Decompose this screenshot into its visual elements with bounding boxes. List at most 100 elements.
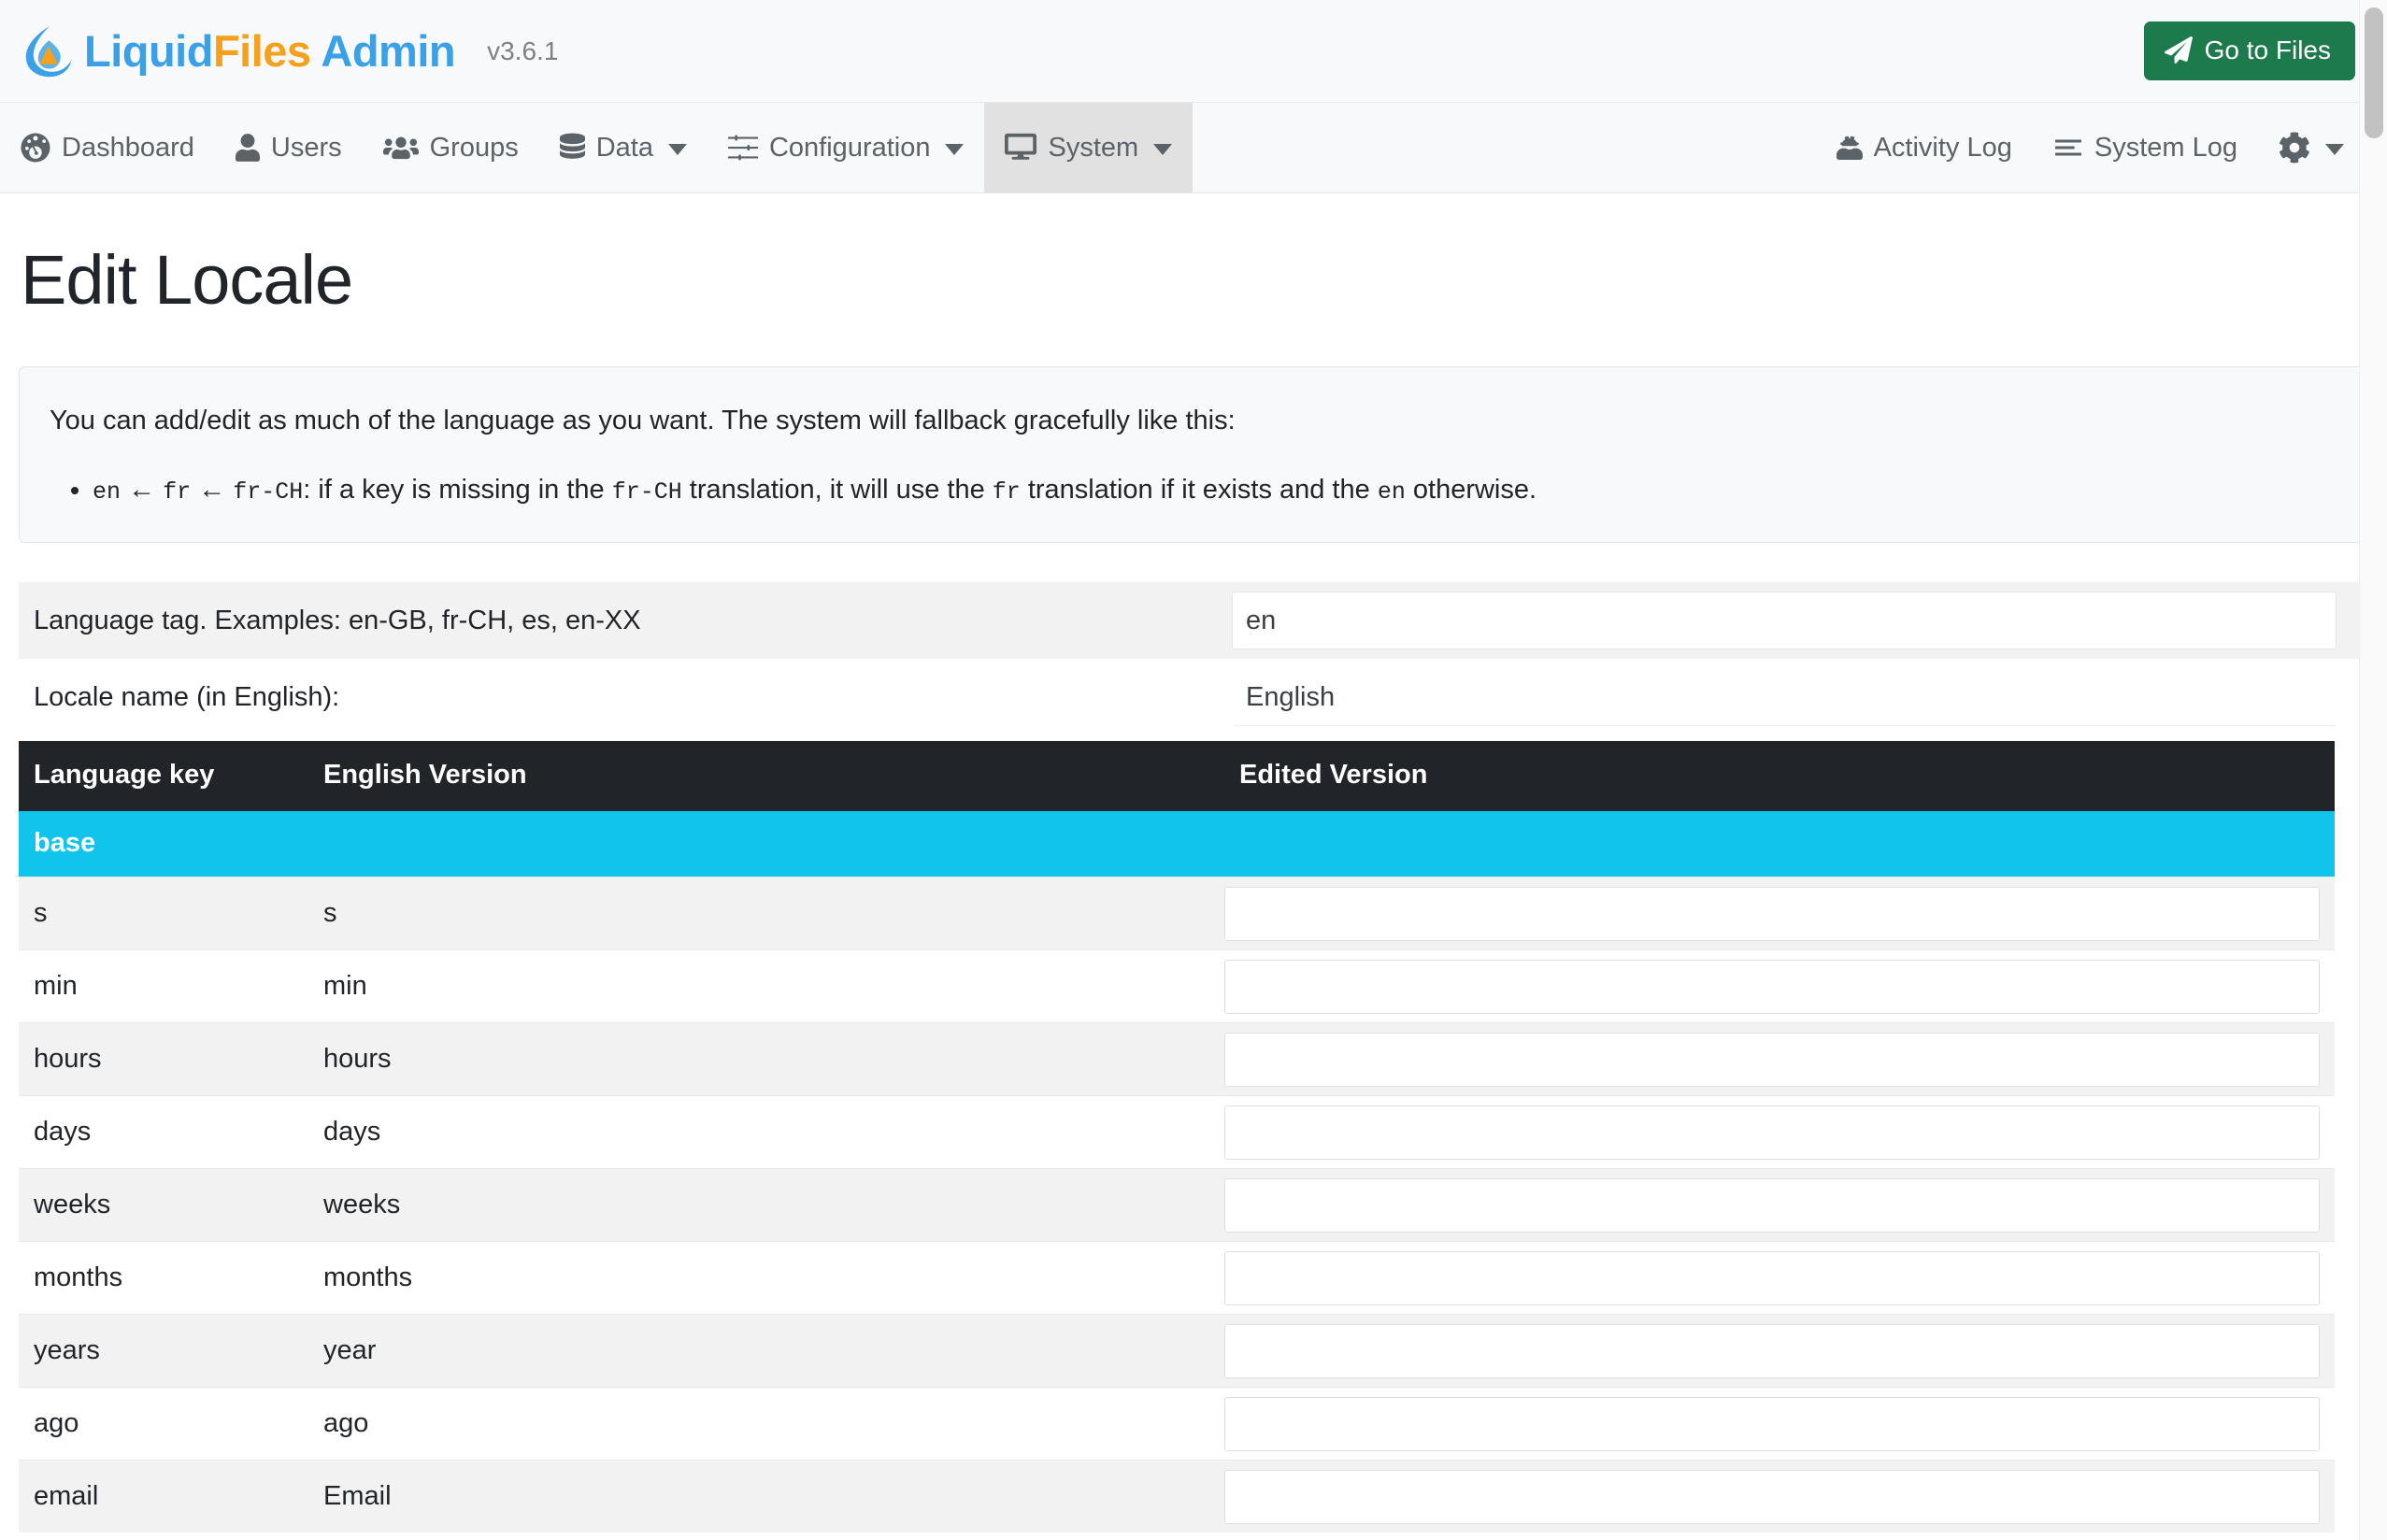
cell-english-version: min (308, 950, 1224, 1023)
edited-version-input[interactable] (1224, 960, 2320, 1014)
nav-label-users: Users (271, 133, 342, 164)
cell-language-key: years (19, 1315, 308, 1388)
nav-item-groups[interactable]: Groups (363, 103, 539, 192)
locale-name-input[interactable] (1232, 668, 2337, 726)
cell-english-version: months (308, 1242, 1224, 1315)
chevron-down-icon (2325, 144, 2344, 155)
liquidfiles-droplet-logo-icon (21, 22, 79, 80)
chevron-down-icon (668, 144, 687, 155)
page-title: Edit Locale (21, 242, 2368, 318)
page-content: Edit Locale You can add/edit as much of … (0, 242, 2387, 1533)
nav-item-configuration[interactable]: Configuration (708, 103, 985, 192)
nav-left-group: Dashboard Users Groups (0, 103, 1193, 192)
nav-label-system: System (1048, 133, 1138, 164)
edited-version-input[interactable] (1224, 1033, 2320, 1087)
page-scrollbar-thumb[interactable] (2365, 7, 2383, 138)
main-navigation: Dashboard Users Groups (0, 103, 2387, 193)
info-text-3: translation if it exists and the (1021, 475, 1378, 505)
nav-label-data: Data (596, 133, 653, 164)
locale-name-row: Locale name (in English): (19, 659, 2368, 735)
edited-version-input[interactable] (1224, 1397, 2320, 1451)
nav-label-dashboard: Dashboard (62, 133, 194, 164)
info-paragraph: You can add/edit as much of the language… (50, 401, 2337, 442)
cell-language-key: hours (19, 1023, 308, 1096)
info-bullet-list: en ← fr ← fr-CH: if a key is missing in … (50, 470, 2337, 511)
cell-english-version: s (308, 877, 1224, 950)
arrow-left-icon-1: ← (128, 475, 155, 505)
brand-title-liquid: Liquid (84, 26, 213, 76)
edited-version-input[interactable] (1224, 1251, 2320, 1305)
brand-bar: LiquidFiles Admin v3.6.1 Go to Files (0, 0, 2387, 103)
cell-edited-version (1224, 1242, 2335, 1315)
info-text-1: : if a key is missing in the (303, 475, 611, 505)
brand-title-files: Files (213, 26, 311, 76)
cell-edited-version (1224, 1315, 2335, 1388)
table-row: daysdays (19, 1096, 2335, 1169)
nav-item-system-log[interactable]: System Log (2033, 133, 2258, 164)
cell-language-key: weeks (19, 1169, 308, 1242)
cell-edited-version (1224, 1023, 2335, 1096)
cell-english-version: weeks (308, 1169, 1224, 1242)
header-edited-version: Edited Version (1224, 741, 2335, 811)
sliders-icon (728, 133, 758, 163)
table-row: monthsmonths (19, 1242, 2335, 1315)
cell-language-key: months (19, 1242, 308, 1315)
edited-version-input[interactable] (1224, 887, 2320, 941)
table-row: emailEmail (19, 1461, 2335, 1533)
database-icon (560, 133, 585, 163)
table-row: minmin (19, 950, 2335, 1023)
table-row: hourshours (19, 1023, 2335, 1096)
edited-version-input[interactable] (1224, 1178, 2320, 1233)
cell-language-key: email (19, 1461, 308, 1533)
cell-edited-version (1224, 1388, 2335, 1461)
info-text-2: translation, it will use the (682, 475, 993, 505)
edited-version-input[interactable] (1224, 1470, 2320, 1524)
go-to-files-label: Go to Files (2205, 36, 2331, 65)
cell-edited-version (1224, 1096, 2335, 1169)
language-tag-label: Language tag. Examples: en-GB, fr-CH, es… (19, 582, 1232, 659)
cell-edited-version (1224, 877, 2335, 950)
locale-name-field-cell (1232, 659, 2368, 735)
code-en-second: en (1378, 478, 1406, 506)
nav-item-data[interactable]: Data (539, 103, 708, 192)
header-language-key: Language key (19, 741, 308, 811)
page-scrollbar[interactable] (2359, 0, 2387, 1540)
brand-bar-actions: Go to Files (2144, 21, 2355, 80)
locale-table-header: Language key English Version Edited Vers… (19, 741, 2335, 811)
table-row: yearsyear (19, 1315, 2335, 1388)
locale-strings-table: Language key English Version Edited Vers… (19, 741, 2335, 1533)
app-version: v3.6.1 (487, 38, 558, 64)
edited-version-input[interactable] (1224, 1324, 2320, 1378)
go-to-files-button[interactable]: Go to Files (2144, 21, 2355, 80)
locale-table-body: base ssminminhourshoursdaysdaysweeksweek… (19, 811, 2335, 1533)
language-tag-field-cell (1232, 582, 2368, 659)
align-left-bars-icon (2053, 133, 2083, 163)
locale-table-header-row: Language key English Version Edited Vers… (19, 741, 2335, 811)
nav-item-users[interactable]: Users (215, 103, 363, 192)
edited-version-input[interactable] (1224, 1105, 2320, 1160)
nav-item-dashboard[interactable]: Dashboard (0, 103, 215, 192)
paper-plane-icon (2165, 36, 2193, 64)
language-tag-input[interactable] (1232, 592, 2337, 649)
cell-english-version: year (308, 1315, 1224, 1388)
language-tag-row: Language tag. Examples: en-GB, fr-CH, es… (19, 582, 2368, 659)
nav-right-group: Activity Log System Log (1816, 103, 2361, 192)
locale-name-label: Locale name (in English): (19, 659, 1232, 735)
table-row: agoago (19, 1388, 2335, 1461)
cell-english-version: days (308, 1096, 1224, 1169)
brand-title-admin: Admin (311, 26, 456, 76)
header-english-version: English Version (308, 741, 1224, 811)
cell-language-key: ago (19, 1388, 308, 1461)
nav-item-activity-log[interactable]: Activity Log (1816, 133, 2033, 164)
cell-language-key: s (19, 877, 308, 950)
nav-item-system[interactable]: System (984, 103, 1193, 192)
brand-logo-group[interactable]: LiquidFiles Admin v3.6.1 (21, 22, 558, 80)
desktop-monitor-icon (1005, 133, 1036, 163)
nav-item-settings-menu[interactable] (2258, 132, 2357, 164)
chevron-down-icon (1153, 144, 1172, 155)
users-group-icon (383, 133, 419, 163)
nav-label-activity-log: Activity Log (1874, 133, 2012, 164)
cell-english-version: hours (308, 1023, 1224, 1096)
chevron-down-icon (945, 144, 964, 155)
brand-title: LiquidFiles Admin (84, 29, 455, 73)
